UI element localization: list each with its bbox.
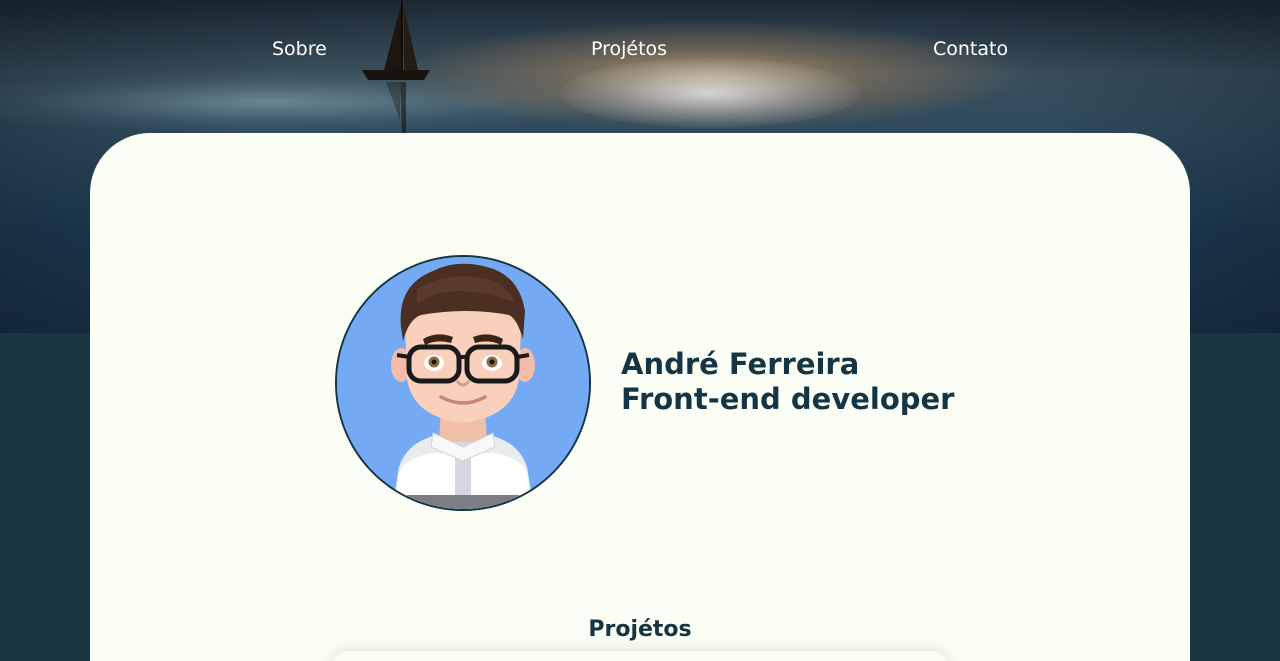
main-card: André Ferreira Front-end developer Projé… xyxy=(90,133,1190,661)
page: Sobre Projétos Contato André Ferreira Fr… xyxy=(0,0,1280,661)
avatar xyxy=(335,255,591,511)
nav-link-sobre[interactable]: Sobre xyxy=(272,38,327,60)
avatar-illustration xyxy=(337,257,589,509)
profile-name: André Ferreira xyxy=(621,347,860,381)
top-nav: Sobre Projétos Contato xyxy=(0,0,1280,100)
projects-carousel-edge xyxy=(330,651,950,661)
projects-section-title: Projétos xyxy=(588,617,692,642)
nav-link-contato[interactable]: Contato xyxy=(933,38,1008,60)
nav-link-projetos[interactable]: Projétos xyxy=(591,38,667,60)
profile-role: Front-end developer xyxy=(621,382,955,416)
profile-intro: André Ferreira Front-end developer xyxy=(621,347,955,417)
